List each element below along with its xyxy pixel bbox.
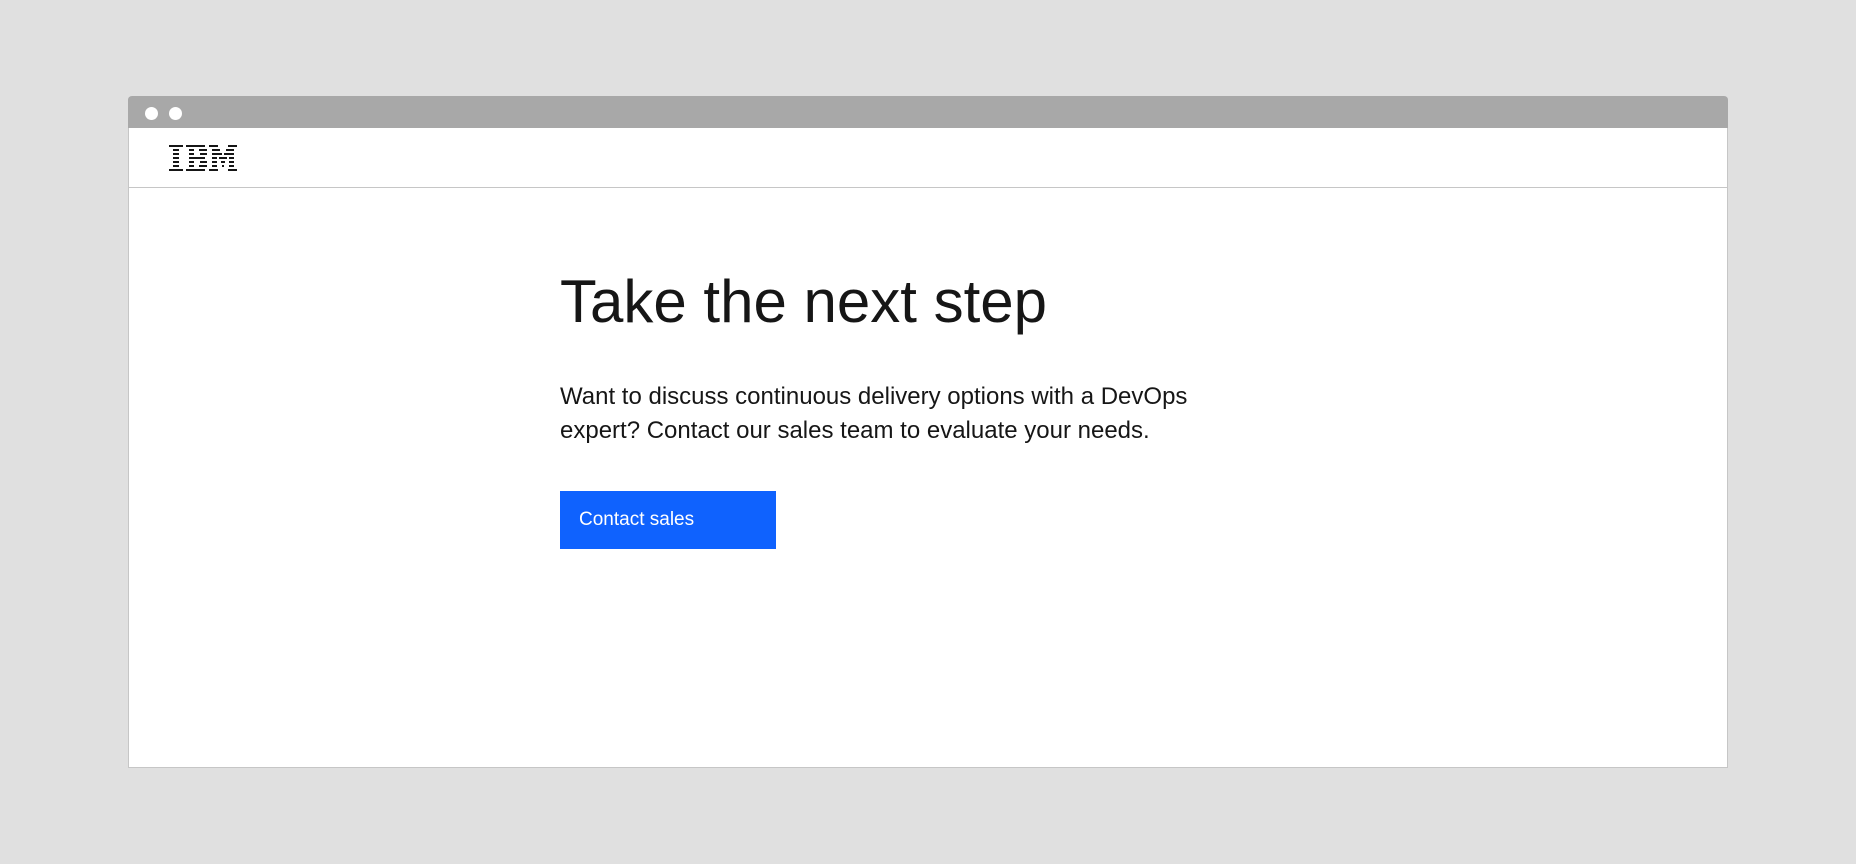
window-dot-icon <box>169 107 182 120</box>
browser-window: Take the next step Want to discuss conti… <box>128 96 1728 768</box>
title-bar <box>128 96 1728 128</box>
page-heading: Take the next step <box>560 268 1047 335</box>
ibm-logo-icon[interactable] <box>169 145 237 173</box>
ibm-logo-graphic <box>169 145 237 171</box>
cta-section: Take the next step Want to discuss conti… <box>560 266 1260 549</box>
contact-sales-button[interactable]: Contact sales <box>560 491 776 549</box>
body-text: Want to discuss continuous delivery opti… <box>560 383 1188 444</box>
window-dot-icon <box>145 107 158 120</box>
site-header <box>129 128 1727 188</box>
